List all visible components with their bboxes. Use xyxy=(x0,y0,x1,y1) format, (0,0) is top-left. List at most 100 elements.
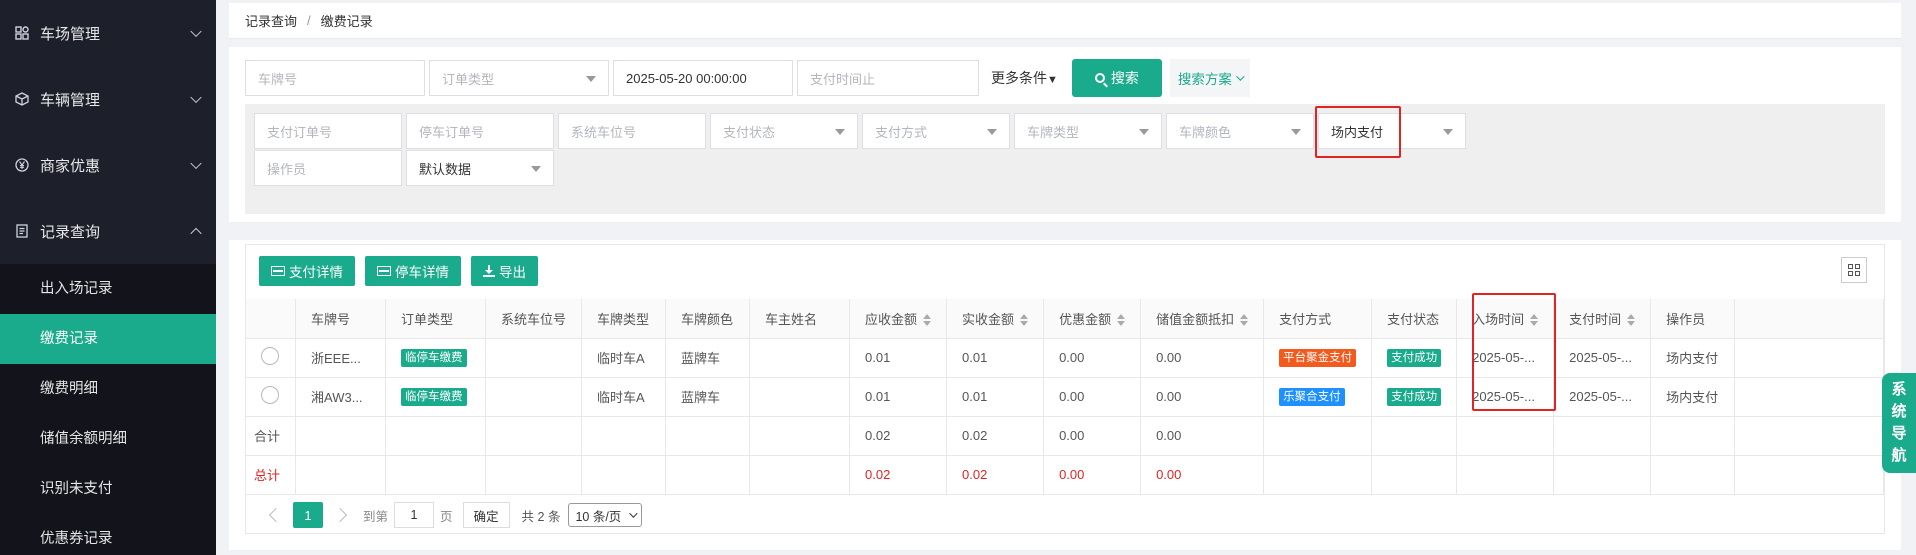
header-plate-color: 车牌颜色 xyxy=(665,299,751,339)
chevron-down-icon xyxy=(190,91,202,104)
order-type-tag: 临停车缴费 xyxy=(401,348,467,367)
cell-plate-type: 临时车A xyxy=(581,377,667,417)
pay-status-select[interactable]: 支付状态 xyxy=(710,113,858,149)
header-owner: 车主姓名 xyxy=(749,299,851,339)
header-receivable[interactable]: 应收金额 xyxy=(849,299,948,339)
total-count: 共 2 条 xyxy=(521,509,561,524)
pay-time-end-input[interactable]: 支付时间止 xyxy=(797,60,979,96)
placeholder: 支付时间止 xyxy=(810,71,876,87)
system-slot-input[interactable]: 系统车位号 xyxy=(558,113,706,149)
sidebar-item-payment-details[interactable]: 缴费明细 xyxy=(0,364,216,414)
sort-icon[interactable] xyxy=(1240,314,1249,327)
sidebar-item-payment-records[interactable]: 缴费记录 xyxy=(0,314,216,364)
placeholder: 车牌颜色 xyxy=(1179,124,1232,140)
empty-cell xyxy=(665,416,751,456)
current-page[interactable]: 1 xyxy=(293,502,323,528)
plate-type-select[interactable]: 车牌类型 xyxy=(1014,113,1162,149)
sidebar: 车场管理 车辆管理 商家优惠 记录查询 出入场记录 缴费记录 缴费明细 储值余额… xyxy=(0,0,216,555)
sidebar-group-label: 记录查询 xyxy=(40,223,101,241)
sidebar-item-coupons[interactable]: 优惠券记录 xyxy=(0,514,216,555)
cell-slot xyxy=(485,377,583,417)
row-radio[interactable] xyxy=(261,386,279,404)
sidebar-group-records[interactable]: 记录查询 xyxy=(0,198,216,264)
breadcrumb: 记录查询 / 缴费记录 xyxy=(229,3,1901,39)
header-order-type: 订单类型 xyxy=(385,299,487,339)
header-stored[interactable]: 储值金额抵扣 xyxy=(1140,299,1265,339)
header-label: 储值金额抵扣 xyxy=(1156,311,1235,327)
placeholder: 系统车位号 xyxy=(571,124,637,140)
cell-pay-time: 2025-05-... xyxy=(1553,338,1652,378)
detail-icon xyxy=(377,266,391,276)
table-row[interactable]: 湘AW3... 临停车缴费 临时车A 蓝牌车 0.01 0.01 0.00 0.… xyxy=(246,377,1884,417)
export-label: 导出 xyxy=(499,265,526,280)
sort-icon[interactable] xyxy=(1117,314,1126,327)
main-content: 记录查询 / 缴费记录 车牌号 订单类型 2025-05-20 00:00:00… xyxy=(216,0,1916,555)
sort-icon[interactable] xyxy=(1627,314,1636,327)
goto-page-input[interactable]: 1 xyxy=(394,502,435,528)
next-page-icon[interactable] xyxy=(332,507,348,523)
cell-discount: 0.00 xyxy=(1043,377,1142,417)
search-button-label: 搜索 xyxy=(1110,70,1139,86)
operator-input[interactable]: 操作员 xyxy=(254,150,402,186)
table-row[interactable]: 浙EEE... 临停车缴费 临时车A 蓝牌车 0.01 0.01 0.00 0.… xyxy=(246,338,1884,378)
empty-cell xyxy=(485,455,583,495)
payment-table: 车牌号 订单类型 系统车位号 车牌类型 车牌颜色 车主姓名 应收金额 实收金额 … xyxy=(246,299,1884,495)
page-size-value: 10 条/页 xyxy=(575,509,622,524)
sort-icon[interactable] xyxy=(923,314,932,327)
caret-down-icon xyxy=(835,129,845,135)
sidebar-item-unpaid[interactable]: 识别未支付 xyxy=(0,464,216,514)
page-size-select[interactable]: 10 条/页 xyxy=(568,503,643,527)
pay-method-tag: 乐聚合支付 xyxy=(1279,387,1345,406)
pay-time-start-input[interactable]: 2025-05-20 00:00:00 xyxy=(613,60,793,96)
pagination: 1 到第 1 页 确定 共 2 条 10 条/页 xyxy=(259,502,643,528)
cell-receivable: 0.01 xyxy=(849,377,948,417)
park-detail-button[interactable]: 停车详情 xyxy=(365,256,461,286)
header-label: 应收金额 xyxy=(865,311,918,327)
sys-nav-char: 统 xyxy=(1891,403,1907,420)
header-discount[interactable]: 优惠金额 xyxy=(1043,299,1142,339)
prev-page-icon[interactable] xyxy=(268,507,284,523)
export-button[interactable]: 导出 xyxy=(471,256,538,286)
search-plan-dropdown[interactable]: 搜索方案 xyxy=(1169,59,1250,97)
sidebar-item-stored-balance[interactable]: 储值余额明细 xyxy=(0,414,216,464)
row-radio[interactable] xyxy=(261,347,279,365)
plate-color-select[interactable]: 车牌颜色 xyxy=(1166,113,1314,149)
chevron-down-icon xyxy=(1236,72,1245,81)
empty-cell xyxy=(1734,416,1884,456)
sidebar-group-lot[interactable]: 车场管理 xyxy=(0,0,216,66)
more-conditions-toggle[interactable]: 更多条件▼ xyxy=(991,68,1058,88)
order-type-select[interactable]: 订单类型 xyxy=(429,60,609,96)
pay-method-select[interactable]: 支付方式 xyxy=(862,113,1010,149)
park-order-no-input[interactable]: 停车订单号 xyxy=(406,113,554,149)
empty-cell xyxy=(485,416,583,456)
plate-input[interactable]: 车牌号 xyxy=(245,60,425,96)
sort-icon[interactable] xyxy=(1020,314,1029,327)
sys-nav-char: 航 xyxy=(1891,447,1907,464)
pay-order-no-input[interactable]: 支付订单号 xyxy=(254,113,402,149)
subtotal-label: 合计 xyxy=(246,416,297,456)
data-scope-select[interactable]: 默认数据 xyxy=(406,150,554,186)
empty-cell xyxy=(1263,455,1373,495)
value: 2025-05-20 00:00:00 xyxy=(626,70,747,86)
pay-detail-button[interactable]: 支付详情 xyxy=(259,256,355,286)
goto-confirm-button[interactable]: 确定 xyxy=(462,502,510,528)
search-plan-label: 搜索方案 xyxy=(1177,72,1232,87)
empty-cell xyxy=(1650,416,1736,456)
column-settings-icon[interactable] xyxy=(1841,257,1867,283)
subtotal-receivable: 0.02 xyxy=(849,416,948,456)
header-received[interactable]: 实收金额 xyxy=(946,299,1045,339)
search-button[interactable]: 搜索 xyxy=(1071,59,1162,97)
pay-method-tag: 平台聚金支付 xyxy=(1279,348,1357,367)
total-received: 0.02 xyxy=(946,455,1045,495)
breadcrumb-root[interactable]: 记录查询 xyxy=(245,11,297,30)
empty-cell xyxy=(1553,455,1652,495)
sidebar-group-merchant[interactable]: 商家优惠 xyxy=(0,132,216,198)
sidebar-item-entry-exit[interactable]: 出入场记录 xyxy=(0,264,216,314)
breadcrumb-current: 缴费记录 xyxy=(320,14,373,29)
header-pay-time[interactable]: 支付时间 xyxy=(1553,299,1652,339)
search-panel: 车牌号 订单类型 2025-05-20 00:00:00 支付时间止 更多条件▼… xyxy=(229,47,1901,222)
system-nav-tab[interactable]: 系 统 导 航 xyxy=(1882,373,1916,473)
subtotal-stored: 0.00 xyxy=(1140,416,1265,456)
sidebar-group-vehicle[interactable]: 车辆管理 xyxy=(0,66,216,132)
header-label: 实收金额 xyxy=(962,311,1015,327)
